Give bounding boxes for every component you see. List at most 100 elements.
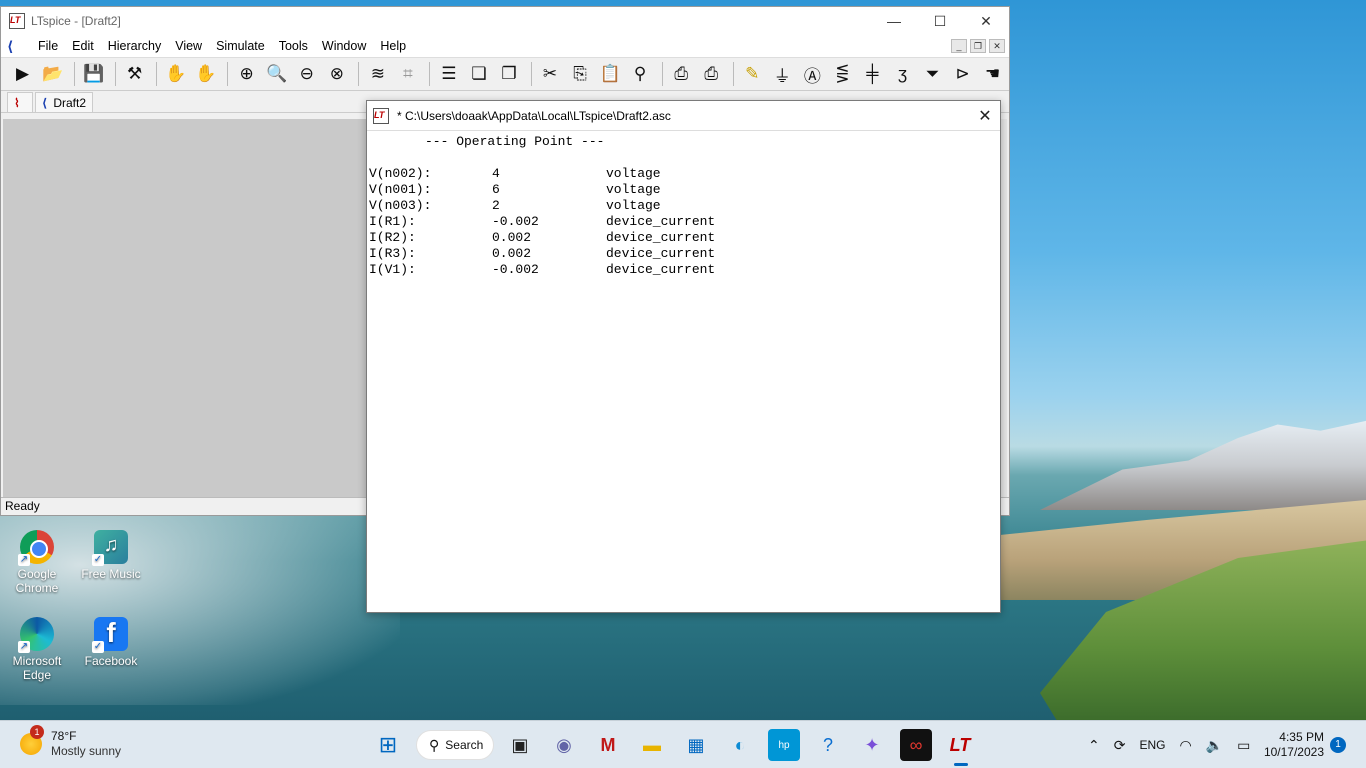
- ltspice-taskbar-icon[interactable]: LT: [944, 729, 976, 766]
- maximize-button[interactable]: ☐: [917, 7, 963, 35]
- print-icon[interactable]: ⎙: [668, 60, 695, 88]
- op-value: 4: [492, 166, 500, 181]
- edge-icon: ↗: [18, 617, 54, 653]
- battery-icon[interactable]: ▭: [1237, 737, 1250, 754]
- vertical-scrollbar[interactable]: [1001, 119, 1007, 499]
- control-panel-icon[interactable]: ⚒: [121, 60, 148, 88]
- clock[interactable]: 4:35 PM 10/17/2023: [1262, 730, 1324, 760]
- zoom-in-icon[interactable]: ⊕: [233, 60, 260, 88]
- resistor-icon[interactable]: ⋚: [829, 60, 856, 88]
- tab-waveform[interactable]: ⌇: [7, 92, 33, 112]
- copy-icon[interactable]: ⎘: [567, 60, 594, 88]
- zoom-out-icon[interactable]: ⊖: [293, 60, 320, 88]
- desktop-icon-edge[interactable]: ↗ Microsoft Edge: [2, 617, 72, 682]
- waveform-icon[interactable]: ≋: [364, 60, 391, 88]
- system-tray: ⌃ ⟳ ENG ◠ 🔈 ▭: [1088, 729, 1264, 761]
- menu-file[interactable]: File: [31, 39, 65, 53]
- copilot-icon[interactable]: ✦: [856, 729, 888, 761]
- menubar: ⟨ File Edit Hierarchy View Simulate Tool…: [1, 35, 1009, 57]
- op-type: device_current: [606, 246, 716, 261]
- inductor-icon[interactable]: ʒ: [889, 60, 916, 88]
- component-icon[interactable]: ⊳: [949, 60, 976, 88]
- autorange-icon[interactable]: ⌗: [394, 60, 421, 88]
- op-row: V(n001): 6 voltage: [369, 182, 1000, 198]
- draw-wire-icon[interactable]: ✎: [739, 60, 766, 88]
- op-value: 6: [492, 182, 500, 197]
- zoom-area-icon[interactable]: 🔍: [263, 60, 290, 88]
- mcafee-icon[interactable]: M: [592, 729, 624, 761]
- menu-simulate[interactable]: Simulate: [209, 39, 272, 53]
- diode-icon[interactable]: ⏷: [919, 60, 946, 88]
- desktop-icon-facebook[interactable]: ✓ Facebook: [76, 617, 146, 668]
- tile-horizontal-icon[interactable]: ☰: [435, 60, 462, 88]
- get-help-icon[interactable]: ?: [812, 729, 844, 761]
- desktop-icon-free-music[interactable]: ✓ Free Music: [76, 530, 146, 581]
- menu-view[interactable]: View: [168, 39, 209, 53]
- main-titlebar[interactable]: LTspice - [Draft2] — ☐ ✕: [1, 7, 1009, 35]
- menu-window[interactable]: Window: [315, 39, 373, 53]
- notification-badge[interactable]: 1: [1330, 737, 1346, 753]
- cut-icon[interactable]: ✂: [536, 60, 563, 88]
- task-view-icon[interactable]: ▣: [504, 729, 536, 761]
- menu-edit[interactable]: Edit: [65, 39, 101, 53]
- sync-icon[interactable]: ⟳: [1114, 737, 1126, 754]
- chevron-up-icon[interactable]: ⌃: [1088, 737, 1100, 754]
- weather-widget[interactable]: 1 78°F Mostly sunny: [20, 725, 121, 759]
- op-type: voltage: [606, 166, 661, 181]
- start-button[interactable]: ⊞: [372, 729, 404, 761]
- microsoft-store-icon[interactable]: ▦: [680, 729, 712, 761]
- edge-taskbar-icon[interactable]: ◐: [724, 729, 756, 761]
- mdi-minimize-button[interactable]: _: [951, 39, 967, 53]
- search-label: Search: [445, 738, 484, 752]
- find-icon[interactable]: ⚲: [627, 60, 654, 88]
- teams-chat-icon[interactable]: ◉: [548, 729, 580, 761]
- save-icon[interactable]: 💾: [80, 60, 107, 88]
- waveform-tab-icon: ⌇: [14, 95, 20, 110]
- move-hand-icon[interactable]: ☚: [979, 60, 1006, 88]
- ground-icon[interactable]: ⏚: [769, 60, 796, 88]
- paste-icon[interactable]: 📋: [597, 60, 624, 88]
- menu-tools[interactable]: Tools: [272, 39, 315, 53]
- schematic-icon[interactable]: ⟨: [7, 38, 23, 54]
- desktop-icon-chrome[interactable]: ↗ Google Chrome: [2, 530, 72, 595]
- cascade-icon[interactable]: ❏: [465, 60, 492, 88]
- tab-draft2[interactable]: ⟨ Draft2: [34, 92, 94, 112]
- myhp-icon[interactable]: hp: [768, 729, 800, 761]
- op-window-close-button[interactable]: ✕: [970, 101, 1000, 131]
- ltspice-logo-icon: [373, 107, 389, 124]
- mdi-restore-button[interactable]: ❐: [970, 39, 986, 53]
- taskbar-search[interactable]: ⚲ Search: [416, 730, 494, 760]
- op-node-name: I(R1):: [369, 214, 416, 229]
- capacitor-icon[interactable]: ╪: [859, 60, 886, 88]
- mdi-close-button[interactable]: ✕: [989, 39, 1005, 53]
- desktop-icon-label: Free Music: [81, 567, 141, 581]
- menu-help[interactable]: Help: [373, 39, 413, 53]
- run-icon[interactable]: ▶: [9, 60, 36, 88]
- label-net-icon[interactable]: Ⓐ: [799, 60, 826, 88]
- close-button[interactable]: ✕: [963, 7, 1009, 35]
- wallpaper-mountain: [1040, 420, 1366, 510]
- wifi-icon[interactable]: ◠: [1179, 737, 1191, 754]
- toolbar: ▶ 📂 💾 ⚒ ✋ ✋ ⊕ 🔍 ⊖ ⊗ ≋ ⌗ ☰ ❏ ❐ ✂ ⎘ 📋 ⚲ ⎙ …: [1, 57, 1009, 91]
- halt-icon[interactable]: ✋: [162, 60, 189, 88]
- language-indicator[interactable]: ENG: [1139, 738, 1165, 752]
- zoom-fit-icon[interactable]: ⊗: [323, 60, 350, 88]
- open-folder-icon[interactable]: 📂: [39, 60, 66, 88]
- clock-time: 4:35 PM: [1279, 730, 1324, 744]
- op-window-titlebar[interactable]: * C:\Users\doaak\AppData\Local\LTspice\D…: [367, 101, 1000, 131]
- tile-vertical-icon[interactable]: ❐: [495, 60, 522, 88]
- op-value: 2: [492, 198, 500, 213]
- op-row: V(n003): 2 voltage: [369, 198, 1000, 214]
- volume-icon[interactable]: 🔈: [1206, 737, 1223, 754]
- weather-temp: 78°F: [51, 729, 77, 743]
- op-type: device_current: [606, 262, 716, 277]
- taskbar: 1 78°F Mostly sunny ⊞ ⚲ Search ▣ ◉ M ▬ ▦ …: [0, 720, 1366, 768]
- op-node-name: I(R2):: [369, 230, 416, 245]
- print-setup-icon[interactable]: ⎙: [698, 60, 725, 88]
- minimize-button[interactable]: —: [871, 7, 917, 35]
- creative-cloud-icon[interactable]: ∞: [900, 729, 932, 761]
- file-explorer-icon[interactable]: ▬: [636, 729, 668, 761]
- pan-hand-icon[interactable]: ✋: [192, 60, 219, 88]
- desktop-icon-label: Google Chrome: [15, 567, 59, 595]
- menu-hierarchy[interactable]: Hierarchy: [101, 39, 169, 53]
